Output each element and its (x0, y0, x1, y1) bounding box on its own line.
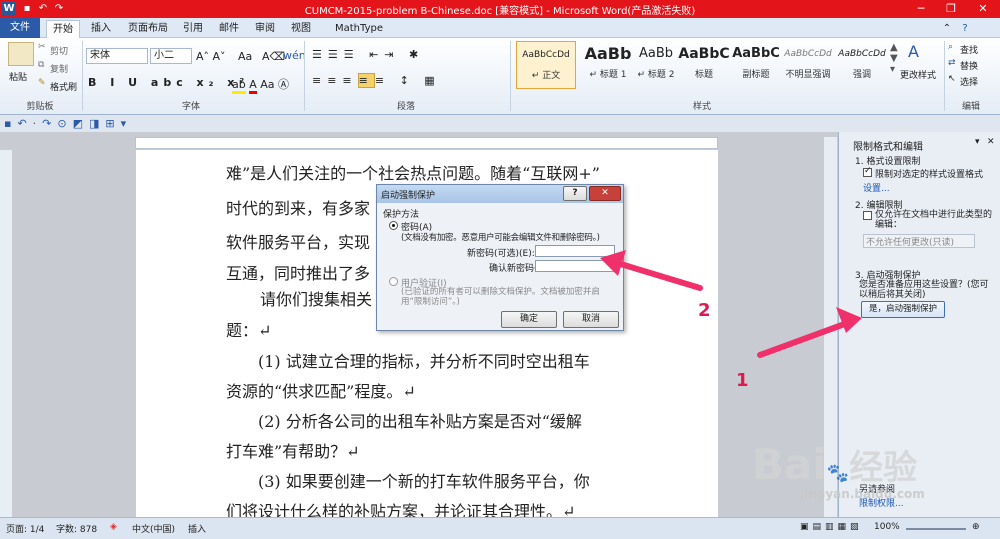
insert-mode[interactable]: 插入 (188, 522, 206, 535)
view-buttons-icon[interactable]: ▣▤▥▦▧ (800, 522, 863, 532)
word-count[interactable]: 字数: 878 (56, 522, 97, 535)
status-bar: 页面: 1/4 字数: 878 ◈ 中文(中国) 插入 ▣▤▥▦▧ 100% ⊕ (0, 517, 1000, 539)
arrow-2-shaft (611, 259, 703, 291)
language[interactable]: 中文(中国) (132, 522, 175, 535)
page-count[interactable]: 页面: 1/4 (6, 522, 44, 535)
arrow-1-shaft (757, 319, 853, 358)
annotation-number-2: 2 (698, 300, 711, 321)
annotation-number-1: 1 (736, 370, 749, 391)
zoom-slider[interactable] (906, 528, 966, 530)
annotation-arrows (600, 250, 862, 358)
arrow-1-head (836, 307, 862, 333)
zoom-level[interactable]: 100% (874, 522, 900, 532)
proofing-icon[interactable]: ◈ (110, 522, 117, 532)
zoom-in-icon[interactable]: ⊕ (972, 522, 980, 532)
